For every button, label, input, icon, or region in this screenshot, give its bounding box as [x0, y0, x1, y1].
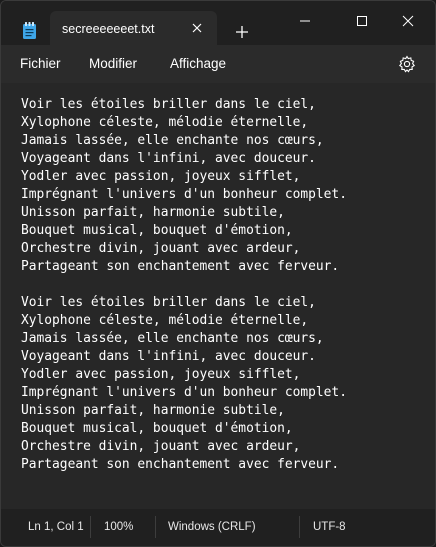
minimize-icon[interactable]: [287, 9, 323, 33]
text-line: Imprégnant l'univers d'un bonheur comple…: [21, 385, 347, 400]
settings-gear-icon[interactable]: [398, 55, 416, 73]
close-window-icon[interactable]: [390, 9, 426, 33]
text-line: Jamais lassée, elle enchante nos cœurs,: [21, 133, 324, 148]
text-line: Partageant son enchantement avec ferveur…: [21, 457, 340, 472]
notepad-app-icon: [23, 22, 36, 39]
document-text[interactable]: Voir les étoiles briller dans le ciel, X…: [21, 96, 347, 474]
document-tab[interactable]: secreeeeeeet.txt: [50, 11, 217, 45]
zoom-level[interactable]: 100%: [104, 521, 133, 533]
text-editor-area[interactable]: Voir les étoiles briller dans le ciel, X…: [1, 83, 435, 509]
text-line: Imprégnant l'univers d'un bonheur comple…: [21, 187, 347, 202]
text-line: Xylophone céleste, mélodie éternelle,: [21, 115, 309, 130]
title-bar[interactable]: secreeeeeeet.txt: [1, 1, 435, 45]
menu-bar: Fichier Modifier Affichage: [1, 45, 435, 83]
text-line: Voyageant dans l'infini, avec douceur.: [21, 349, 316, 364]
status-divider: [90, 516, 91, 538]
text-line: Yodler avec passion, joyeux sifflet,: [21, 169, 301, 184]
notepad-window: secreeeeeeet.txt Fichier Modifier Affich…: [0, 0, 436, 547]
text-line: [21, 276, 347, 294]
text-line: Orchestre divin, jouant avec ardeur,: [21, 241, 301, 256]
encoding-indicator[interactable]: UTF-8: [313, 521, 346, 533]
text-line: Voyageant dans l'infini, avec douceur.: [21, 151, 316, 166]
menu-file[interactable]: Fichier: [20, 56, 61, 71]
maximize-icon[interactable]: [344, 9, 380, 33]
new-tab-plus-icon[interactable]: [233, 23, 251, 41]
menu-view[interactable]: Affichage: [170, 56, 226, 71]
text-line: Bouquet musical, bouquet d'émotion,: [21, 421, 293, 436]
status-divider: [299, 516, 300, 538]
text-line: Bouquet musical, bouquet d'émotion,: [21, 223, 293, 238]
text-line: Jamais lassée, elle enchante nos cœurs,: [21, 331, 324, 346]
line-ending-indicator[interactable]: Windows (CRLF): [168, 521, 256, 533]
menu-edit[interactable]: Modifier: [89, 56, 137, 71]
cursor-position[interactable]: Ln 1, Col 1: [28, 521, 84, 533]
text-line: Xylophone céleste, mélodie éternelle,: [21, 313, 309, 328]
close-tab-icon[interactable]: [190, 21, 204, 35]
status-divider: [155, 516, 156, 538]
text-line: Partageant son enchantement avec ferveur…: [21, 259, 340, 274]
tab-title: secreeeeeeet.txt: [62, 22, 155, 36]
text-line: Voir les étoiles briller dans le ciel,: [21, 97, 316, 112]
text-line: Yodler avec passion, joyeux sifflet,: [21, 367, 301, 382]
text-line: Unisson parfait, harmonie subtile,: [21, 205, 285, 220]
text-line: Unisson parfait, harmonie subtile,: [21, 403, 285, 418]
status-bar: Ln 1, Col 1 100% Windows (CRLF) UTF-8: [1, 509, 435, 546]
text-line: Voir les étoiles briller dans le ciel,: [21, 295, 316, 310]
text-line: Orchestre divin, jouant avec ardeur,: [21, 439, 301, 454]
